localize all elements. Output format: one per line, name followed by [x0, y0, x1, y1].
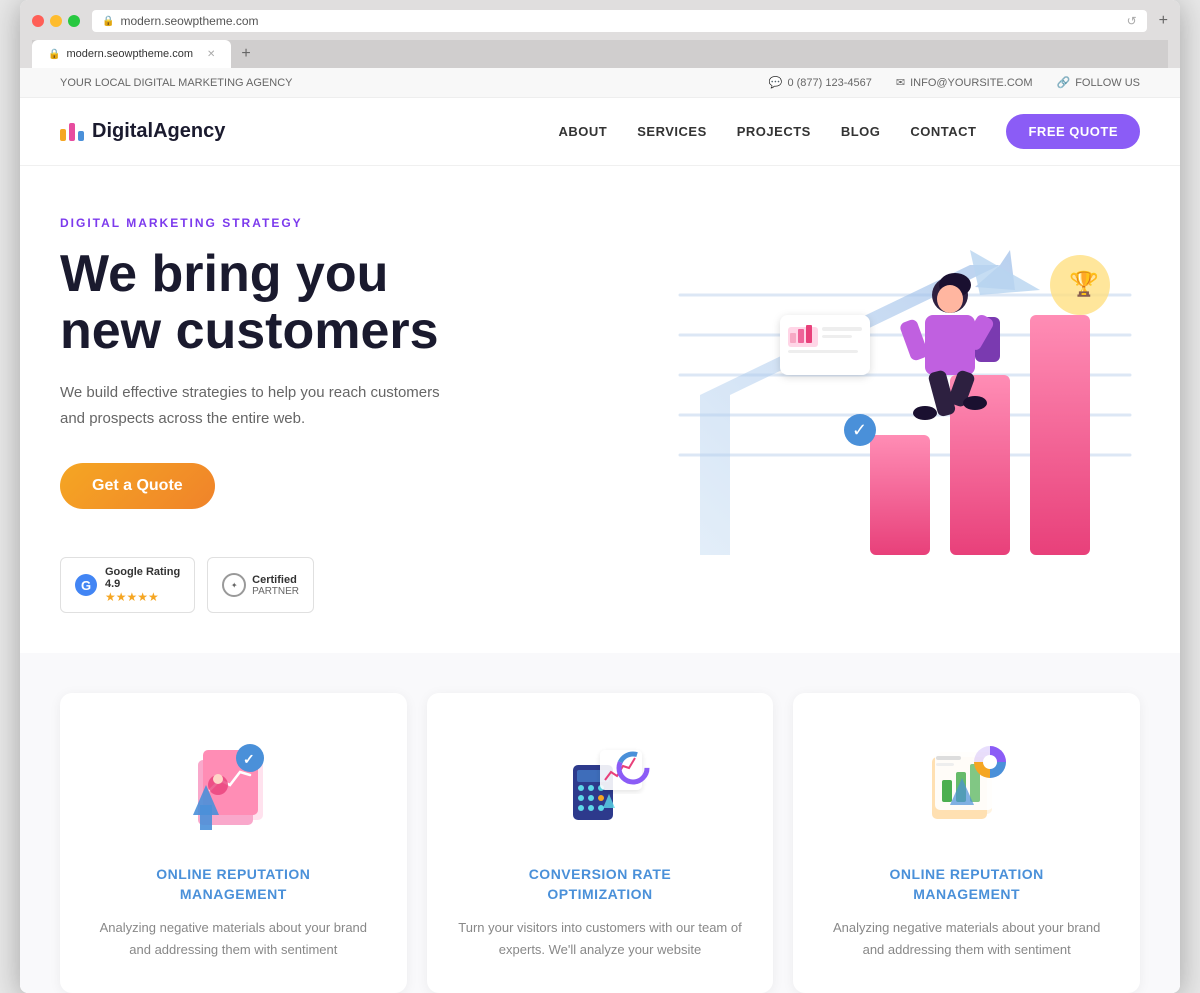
reputation-icon-2	[912, 730, 1022, 840]
refresh-icon[interactable]: ↺	[1127, 14, 1137, 28]
hero-content: DIGITAL MARKETING STRATEGY We bring you …	[60, 216, 440, 613]
service-title-1: ONLINE REPUTATION MANAGEMENT	[88, 865, 379, 904]
certified-sub: PARTNER	[252, 586, 299, 597]
tab-label: modern.seowptheme.com	[66, 48, 193, 60]
traffic-lights	[32, 15, 80, 27]
follow-us-label: FOLLOW US	[1075, 77, 1140, 89]
certified-main: Certified	[252, 574, 299, 586]
service-desc-3: Analyzing negative materials about your …	[821, 917, 1112, 961]
logo[interactable]: DigitalAgency	[60, 120, 225, 143]
google-rating-info: Google Rating 4.9 ★★★★★	[105, 566, 180, 604]
service-desc-2: Turn your visitors into customers with o…	[455, 917, 746, 961]
service-desc-1: Analyzing negative materials about your …	[88, 917, 379, 961]
certified-text: Certified PARTNER	[252, 574, 299, 597]
hero-section: DIGITAL MARKETING STRATEGY We bring you …	[20, 166, 1180, 653]
hero-title-line1: We bring you	[60, 245, 388, 303]
certified-icon: ✦	[222, 573, 246, 597]
logo-bar-blue	[78, 131, 84, 141]
logo-text: DigitalAgency	[92, 120, 225, 143]
share-icon: 🔗	[1057, 76, 1071, 89]
header: DigitalAgency ABOUT SERVICES PROJECTS BL…	[20, 98, 1180, 166]
mail-icon: ✉	[896, 76, 905, 89]
trust-badges: G Google Rating 4.9 ★★★★★ ✦ Certified PA…	[60, 557, 440, 613]
new-tab-button[interactable]: +	[231, 40, 260, 68]
tab-favicon: 🔒	[48, 49, 60, 60]
maximize-button[interactable]	[68, 15, 80, 27]
services-section: ✓ ONLINE REPUTATION MANAGEMENT Analyzing…	[20, 653, 1180, 992]
topbar-phone[interactable]: 💬 0 (877) 123-4567	[769, 76, 872, 89]
lock-icon: 🔒	[102, 16, 114, 27]
service-card-2: CONVERSION RATE OPTIMIZATION Turn your v…	[427, 693, 774, 992]
browser-chrome: 🔒 modern.seowptheme.com ↺ + 🔒 modern.seo…	[20, 0, 1180, 68]
google-rating-label: Google Rating	[105, 566, 180, 578]
certified-badge: ✦ Certified PARTNER	[207, 557, 314, 613]
hero-title: We bring you new customers	[60, 246, 440, 360]
hero-subtitle: DIGITAL MARKETING STRATEGY	[60, 216, 440, 230]
nav-contact[interactable]: CONTACT	[910, 124, 976, 139]
tab-close-icon[interactable]: ✕	[207, 49, 215, 60]
chat-icon: 💬	[769, 76, 783, 89]
url-text: modern.seowptheme.com	[120, 14, 258, 28]
site-content: YOUR LOCAL DIGITAL MARKETING AGENCY 💬 0 …	[20, 68, 1180, 993]
phone-number: 0 (877) 123-4567	[787, 77, 871, 89]
topbar: YOUR LOCAL DIGITAL MARKETING AGENCY 💬 0 …	[20, 68, 1180, 98]
address-bar[interactable]: 🔒 modern.seowptheme.com ↺	[92, 10, 1147, 32]
google-rating-badge: G Google Rating 4.9 ★★★★★	[60, 557, 195, 613]
nav-blog[interactable]: BLOG	[841, 124, 881, 139]
nav-services[interactable]: SERVICES	[637, 124, 707, 139]
hero-illustration: 🏆 ✓	[620, 235, 1140, 595]
service-card-3: ONLINE REPUTATION MANAGEMENT Analyzing n…	[793, 693, 1140, 992]
nav-about[interactable]: ABOUT	[559, 124, 608, 139]
topbar-right: 💬 0 (877) 123-4567 ✉ INFO@YOURSITE.COM 🔗…	[769, 76, 1140, 89]
hero-svg: 🏆 ✓	[620, 235, 1140, 595]
google-rating-number: 4.9	[105, 578, 180, 590]
topbar-follow[interactable]: 🔗 FOLLOW US	[1057, 76, 1141, 89]
free-quote-button[interactable]: FREE QUOTE	[1006, 114, 1140, 149]
google-g-icon: G	[75, 574, 97, 596]
logo-bar-orange	[60, 129, 66, 141]
close-button[interactable]	[32, 15, 44, 27]
google-stars: ★★★★★	[105, 590, 180, 604]
svg-text:✓: ✓	[852, 420, 867, 440]
main-nav: ABOUT SERVICES PROJECTS BLOG CONTACT FRE…	[559, 114, 1140, 149]
hero-title-line2: new customers	[60, 302, 439, 360]
topbar-email[interactable]: ✉ INFO@YOURSITE.COM	[896, 76, 1033, 89]
reputation-icon-1: ✓	[178, 730, 288, 840]
conversion-icon	[545, 730, 655, 840]
email-address: INFO@YOURSITE.COM	[910, 77, 1032, 89]
hero-description: We build effective strategies to help yo…	[60, 380, 440, 431]
service-icon-1: ✓	[88, 725, 379, 845]
active-tab[interactable]: 🔒 modern.seowptheme.com ✕	[32, 40, 231, 68]
svg-text:🏆: 🏆	[1069, 270, 1099, 298]
svg-text:✓: ✓	[243, 751, 255, 767]
service-card-1: ✓ ONLINE REPUTATION MANAGEMENT Analyzing…	[60, 693, 407, 992]
browser-window: 🔒 modern.seowptheme.com ↺ + 🔒 modern.seo…	[20, 0, 1180, 993]
logo-bar-pink	[69, 123, 75, 141]
service-title-3: ONLINE REPUTATION MANAGEMENT	[821, 865, 1112, 904]
nav-projects[interactable]: PROJECTS	[737, 124, 811, 139]
topbar-agency-label: YOUR LOCAL DIGITAL MARKETING AGENCY	[60, 77, 292, 89]
get-quote-button[interactable]: Get a Quote	[60, 463, 215, 509]
service-icon-3	[821, 725, 1112, 845]
service-title-2: CONVERSION RATE OPTIMIZATION	[455, 865, 746, 904]
service-icon-2	[455, 725, 746, 845]
logo-icon	[60, 123, 84, 141]
minimize-button[interactable]	[50, 15, 62, 27]
new-tab-icon[interactable]: +	[1159, 12, 1168, 30]
